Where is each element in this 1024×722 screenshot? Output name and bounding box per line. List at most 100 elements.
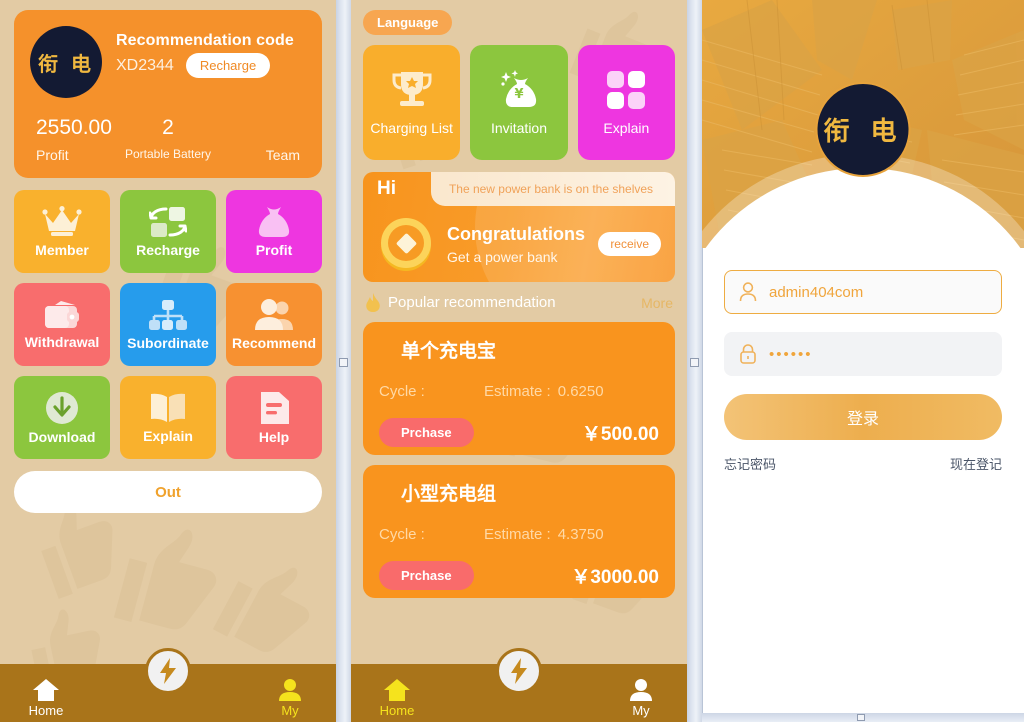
password-field[interactable]: ••••••	[724, 332, 1002, 376]
scan-charge-fab[interactable]	[496, 648, 542, 694]
stat-value	[212, 116, 300, 141]
profile-stats: 2550.00 Profit 2 Portable Battery Team	[30, 116, 306, 163]
nav-item-my[interactable]: My	[601, 679, 681, 718]
panel-login: 衔 电 admin404com •••••• 登录 忘记密码 现在登记	[702, 0, 1024, 722]
product-cycle-label: Cycle :	[379, 526, 425, 543]
register-link[interactable]: 现在登记	[950, 454, 1002, 473]
tile-label: Recharge	[136, 241, 200, 258]
recharge-button[interactable]: Recharge	[185, 53, 271, 78]
lightning-icon	[511, 658, 527, 684]
scrollbar-thumb[interactable]	[339, 358, 348, 367]
product-price: ￥3000.00	[571, 567, 659, 588]
trophy-icon	[392, 71, 432, 106]
home-icon	[33, 679, 59, 701]
more-link[interactable]: More	[641, 295, 673, 311]
nav-label-my: My	[281, 703, 299, 718]
money-bag-icon	[258, 206, 290, 237]
crown-icon	[42, 205, 82, 236]
panel-profile: 衔 电 Recommendation code XD2344 Recharge …	[0, 0, 336, 722]
lightning-icon	[160, 658, 176, 684]
nav-label-home: Home	[379, 703, 415, 718]
tile-label: Recommend	[231, 334, 317, 351]
purchase-button[interactable]: Prchase	[379, 561, 474, 590]
flame-icon	[366, 293, 380, 312]
product-card[interactable]: 小型充电组 Cycle : Estimate : 4.3750 Prchase …	[363, 465, 675, 598]
product-estimate-value: 0.6250	[557, 383, 604, 400]
scrollbar-thumb[interactable]	[856, 714, 865, 721]
money-bag-yen-icon: ¥	[500, 69, 537, 107]
stat-label: Portable Battery	[124, 147, 212, 161]
panel-home-scrollbar[interactable]	[687, 0, 702, 722]
logo-text: 衔 电	[823, 117, 903, 147]
stat-value: 2550.00	[36, 116, 112, 139]
tile-label: Explain	[143, 427, 193, 444]
purchase-button[interactable]: Prchase	[379, 418, 474, 447]
banner-subtitle: Get a power bank	[447, 248, 558, 265]
product-title: 单个充电宝	[401, 340, 497, 362]
panel-profile-scrollbar[interactable]	[336, 0, 351, 722]
nav-item-home[interactable]: Home	[357, 679, 437, 718]
document-icon	[261, 391, 289, 424]
quick-tile-invitation[interactable]: ¥ Invitation	[470, 45, 568, 160]
menu-tile-recommend[interactable]: Recommend	[226, 283, 322, 366]
banner-ticker: The new power bank is on the shelves	[431, 172, 675, 206]
menu-tile-profit[interactable]: Profit	[226, 190, 322, 273]
product-price: ￥500.00	[581, 424, 659, 445]
username-field[interactable]: admin404com	[724, 270, 1002, 314]
menu-tile-subordinate[interactable]: Subordinate	[120, 283, 216, 366]
menu-tile-withdrawal[interactable]: Withdrawal	[14, 283, 110, 366]
stat-label: Profit	[36, 147, 69, 163]
scrollbar-thumb[interactable]	[690, 358, 699, 367]
menu-tile-download[interactable]: Download	[14, 376, 110, 459]
promo-banner: Hi The new power bank is on the shelves …	[363, 172, 675, 282]
nav-item-home[interactable]: Home	[6, 679, 86, 718]
section-title: Popular recommendation	[388, 294, 556, 311]
login-logo: 衔 电	[815, 82, 911, 177]
panel-home: Language Charging List ¥ Invitation Expl…	[351, 0, 687, 722]
profile-card: 衔 电 Recommendation code XD2344 Recharge …	[14, 10, 322, 178]
tile-label: Explain	[603, 119, 650, 136]
out-button[interactable]: Out	[14, 471, 322, 513]
user-profile-icon	[630, 679, 652, 701]
forgot-password-link[interactable]: 忘记密码	[724, 454, 776, 473]
tile-label: Charging List	[370, 119, 453, 136]
tile-label: Invitation	[490, 119, 548, 136]
quick-tile-charging-list[interactable]: Charging List	[363, 45, 461, 160]
home-icon	[384, 679, 410, 701]
receive-button[interactable]: receive	[598, 232, 661, 256]
product-card[interactable]: 单个充电宝 Cycle : Estimate : 0.6250 Prchase …	[363, 322, 675, 455]
stat-profit: 2550.00 Profit	[30, 116, 124, 163]
tile-label: Help	[258, 428, 290, 445]
menu-tile-member[interactable]: Member	[14, 190, 110, 273]
login-button[interactable]: 登录	[724, 394, 1002, 440]
stat-label: Team	[265, 147, 300, 163]
menu-grid: Member Recharge Profit Withdrawal Subord…	[14, 190, 322, 459]
menu-tile-explain[interactable]: Explain	[120, 376, 216, 459]
user-icon	[739, 282, 757, 302]
book-icon	[151, 393, 185, 422]
stat-value: 2	[162, 116, 174, 139]
hierarchy-icon	[149, 299, 187, 330]
menu-tile-recharge[interactable]: Recharge	[120, 190, 216, 273]
tile-label: Withdrawal	[24, 333, 100, 350]
menu-tile-help[interactable]: Help	[226, 376, 322, 459]
quick-action-grid: Charging List ¥ Invitation Explain	[363, 45, 675, 160]
stat-portable-battery: 2 Portable Battery	[124, 116, 212, 163]
users-icon	[255, 298, 293, 330]
lock-icon	[740, 344, 756, 364]
password-value: ••••••	[769, 345, 813, 363]
scan-charge-fab[interactable]	[145, 648, 191, 694]
exchange-icon	[149, 206, 187, 237]
tile-label: Subordinate	[127, 334, 209, 351]
login-form: admin404com •••••• 登录 忘记密码 现在登记	[702, 248, 1024, 473]
login-hero: 衔 电	[702, 0, 1024, 248]
language-button[interactable]: Language	[363, 10, 453, 35]
horizontal-scrollbar[interactable]	[702, 713, 1024, 722]
download-icon	[46, 391, 78, 424]
nav-item-my[interactable]: My	[250, 679, 330, 718]
tile-label: Member	[35, 241, 89, 258]
logo-text: 衔 电	[38, 51, 94, 76]
wallet-icon	[45, 300, 79, 328]
four-squares-icon	[607, 70, 646, 109]
quick-tile-explain[interactable]: Explain	[577, 45, 675, 160]
